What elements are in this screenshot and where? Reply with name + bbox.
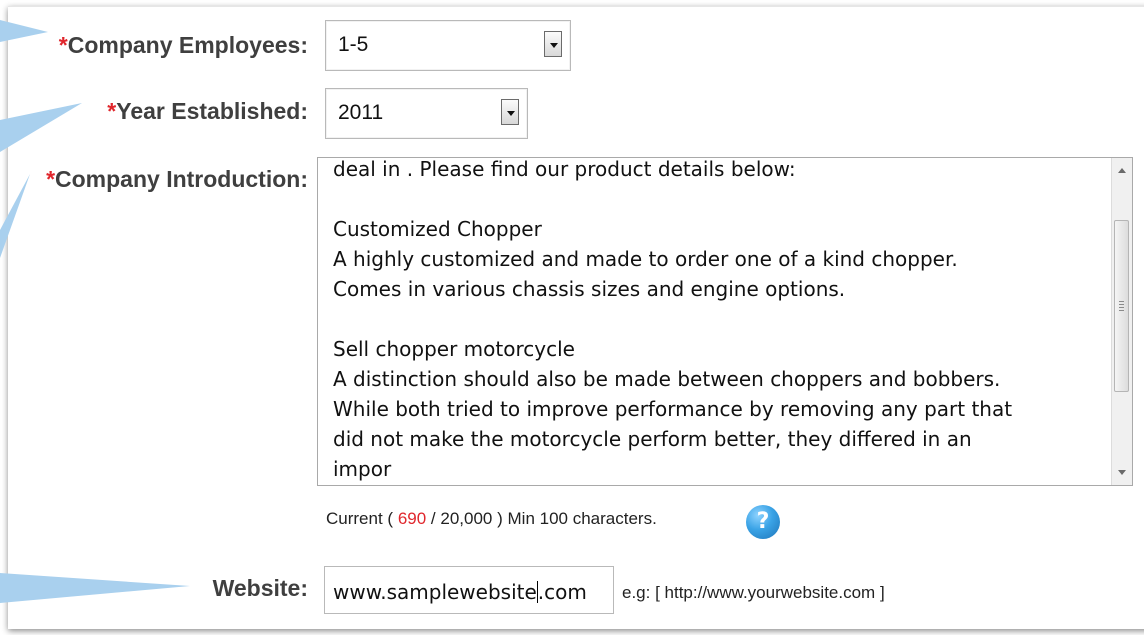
scroll-down-icon[interactable]	[1118, 470, 1126, 475]
textarea-scrollbar[interactable]	[1111, 158, 1132, 485]
counter-suffix: ) Min 100 characters.	[497, 509, 657, 528]
website-label-text: Website:	[212, 575, 308, 601]
required-mark: *	[58, 32, 68, 58]
chevron-down-icon[interactable]	[544, 31, 562, 57]
website-label: Website:	[213, 575, 308, 602]
website-example: e.g: [ http://www.yourwebsite.com ]	[622, 583, 885, 602]
counter-separator: /	[430, 509, 436, 528]
year-label-text: Year Established:	[116, 98, 308, 124]
year-label: *Year Established:	[107, 98, 308, 125]
character-counter: Current ( 690 / 20,000 ) Min 100 charact…	[326, 509, 657, 529]
employees-label-text: Company Employees:	[67, 32, 308, 58]
year-select-value: 2011	[338, 101, 384, 124]
introduction-textarea[interactable]: deal in . Please find our product detail…	[317, 157, 1133, 486]
website-input[interactable]: www.samplewebsite.com	[324, 566, 614, 614]
scroll-up-icon[interactable]	[1118, 168, 1126, 173]
counter-current: 690	[397, 509, 427, 528]
employees-select-value: 1-5	[338, 33, 369, 56]
introduction-label-text: Company Introduction:	[55, 166, 308, 192]
counter-max: 20,000	[440, 509, 493, 528]
chevron-down-icon[interactable]	[501, 99, 519, 125]
website-value-before-caret: www.samplewebsite	[333, 580, 537, 604]
introduction-text: deal in . Please find our product detail…	[333, 157, 1013, 481]
question-mark-icon[interactable]: ?	[746, 505, 780, 539]
scrollbar-thumb[interactable]	[1114, 220, 1129, 392]
website-input-value: www.samplewebsite.com	[333, 580, 587, 604]
required-mark: *	[46, 166, 56, 192]
employees-label: *Company Employees:	[59, 32, 308, 59]
counter-prefix: Current (	[326, 509, 394, 528]
employees-select[interactable]: 1-5	[325, 20, 571, 71]
grip-icon	[1119, 301, 1124, 311]
introduction-label: *Company Introduction:	[46, 166, 308, 193]
required-mark: *	[107, 98, 117, 124]
year-select[interactable]: 2011	[325, 88, 528, 139]
website-value-after-caret: .com	[537, 580, 587, 604]
